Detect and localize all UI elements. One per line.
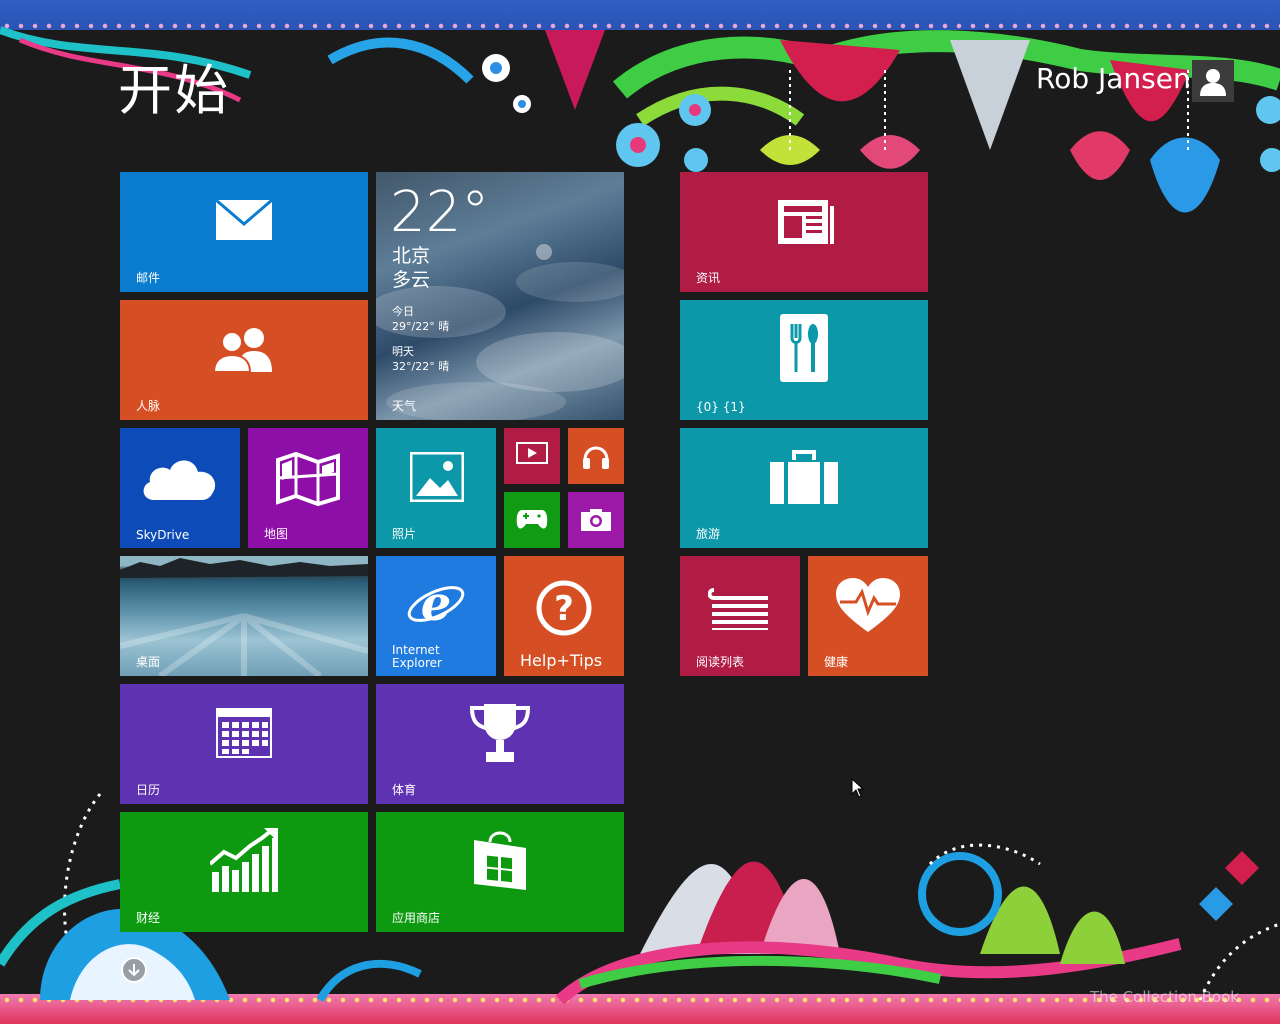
tile-finance[interactable]: 财经 [120,812,368,932]
tile-mail[interactable]: 邮件 [120,172,368,292]
tile-label: 旅游 [696,527,721,541]
food-icon [780,314,828,382]
tile-news[interactable]: 资讯 [680,172,928,292]
gamepad-icon [516,510,548,529]
tile-label: 健康 [824,655,849,669]
calendar-icon [216,708,272,758]
tile-people[interactable]: 人脉 [120,300,368,420]
news-icon [778,200,834,244]
video-icon [516,442,548,464]
map-icon [276,452,340,506]
tile-label: 阅读列表 [696,655,745,669]
tile-label: 地图 [264,527,289,541]
camera-icon [581,509,611,531]
tile-label: Internet Explorer [392,643,442,670]
tile-label: 照片 [392,527,417,541]
tile-desktop[interactable]: 桌面 [120,556,368,676]
tile-internet-explorer[interactable]: e Internet Explorer [376,556,496,676]
weather-today-label: 今日 [392,305,414,318]
tile-help-tips[interactable]: ? Help+Tips [504,556,624,676]
weather-today: 今日 29°/22° 晴 [392,304,449,334]
tile-label: 日历 [136,783,161,797]
tile-games[interactable] [504,492,560,548]
tile-photos[interactable]: 照片 [376,428,496,548]
tile-label: 财经 [136,911,161,925]
weather-condition: 多云 [392,269,431,291]
weather-tomorrow-label: 明天 [392,345,414,358]
people-icon [212,328,272,372]
trophy-icon [469,704,531,762]
all-apps-button[interactable] [121,957,147,983]
top-decorative-border [0,0,1280,30]
mouse-cursor [851,778,865,798]
arrow-down-icon [128,964,140,977]
weather-city: 北京 多云 [392,244,430,292]
tile-health[interactable]: 健康 [808,556,928,676]
weather-city-name: 北京 [392,245,431,267]
tile-label: 人脉 [136,399,161,413]
start-title: 开始 [118,59,230,122]
user-name[interactable]: Rob Jansen [1036,62,1191,95]
tile-label: 桌面 [136,655,161,669]
tile-video[interactable] [504,428,560,484]
avatar[interactable] [1192,60,1234,102]
internet-explorer-icon: e [407,576,465,632]
photo-icon [410,452,464,502]
tile-skydrive[interactable]: SkyDrive [120,428,240,548]
tile-label: SkyDrive [136,528,190,542]
tile-label: 体育 [392,783,417,797]
svg-text:?: ? [554,589,574,629]
weather-today-forecast: 29°/22° 晴 [392,320,450,333]
tile-reading-list[interactable]: 阅读列表 [680,556,800,676]
weather-tomorrow-forecast: 32°/22° 晴 [392,360,450,373]
svg-text:e: e [421,576,452,632]
weather-tomorrow: 明天 32°/22° 晴 [392,344,449,374]
finance-chart-icon [210,828,278,892]
headphones-icon [583,446,609,469]
watermark: The Collection Book [1090,988,1239,1006]
heart-pulse-icon [836,578,900,632]
tile-label: 应用商店 [392,911,441,925]
reading-list-icon [708,588,768,630]
tile-label: 资讯 [696,271,721,285]
tile-label: 邮件 [136,271,161,285]
tile-food-drink[interactable]: {0} {1} [680,300,928,420]
suitcase-icon [770,450,838,504]
weather-temperature: 22° [390,180,490,245]
tile-travel[interactable]: 旅游 [680,428,928,548]
tile-label: 天气 [392,399,417,413]
bottom-decorative-border [0,994,1280,1024]
tile-maps[interactable]: 地图 [248,428,368,548]
tile-camera[interactable] [568,492,624,548]
tile-calendar[interactable]: 日历 [120,684,368,804]
tile-sports[interactable]: 体育 [376,684,624,804]
user-icon [1200,69,1226,96]
cloud-icon [143,460,216,500]
tile-music[interactable] [568,428,624,484]
tile-label: {0} {1} [696,400,746,414]
tile-store[interactable]: 应用商店 [376,812,624,932]
mail-icon [216,200,272,240]
tile-weather[interactable]: 22° 北京 多云 今日 29°/22° 晴 明天 32°/22° 晴 天气 [376,172,624,420]
help-icon: ? [536,580,592,636]
store-icon [474,831,526,890]
tile-label: Help+Tips [520,651,603,670]
